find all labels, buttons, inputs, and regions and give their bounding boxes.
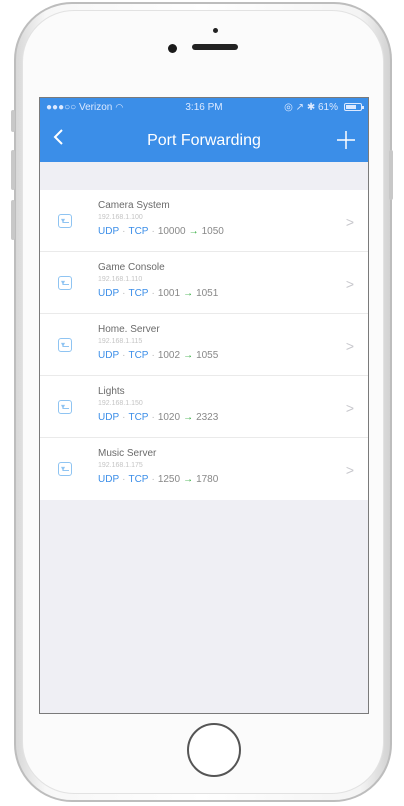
status-bar: ●●●○○ Verizon ◠ 3:16 PM ◎ ↗ ✱ 61% — [40, 102, 368, 116]
device-name: Lights — [98, 386, 125, 397]
list-item[interactable]: ▾ Camera System 192.168.1.100 UDP · TCP · 10… — [40, 190, 368, 252]
arrow-right-icon: → — [183, 474, 194, 485]
chevron-left-icon — [53, 129, 63, 145]
navigation-bar: ●●●○○ Verizon ◠ 3:16 PM ◎ ↗ ✱ 61% Port Fo… — [40, 98, 368, 162]
external-port: 1001 — [157, 288, 181, 299]
device-name: Home. Server — [98, 324, 160, 335]
internal-port: 1780 — [196, 474, 219, 485]
device-ip: 192.168.1.150 — [98, 400, 143, 407]
page-title: Port Forwarding — [147, 132, 261, 149]
port-rule: UDP · TCP · 1020 → 2323 — [98, 412, 219, 423]
internal-port: 1055 — [196, 350, 219, 361]
internal-port: 2323 — [196, 412, 219, 423]
protocol-tcp: TCP — [128, 226, 149, 237]
port-forwarding-list: ▾ Camera System 192.168.1.100 UDP · TCP · 10… — [40, 190, 368, 500]
protocol-udp: UDP — [98, 350, 120, 361]
home-button[interactable] — [187, 723, 241, 777]
protocol-tcp: TCP — [128, 412, 149, 423]
external-port: 10000 — [157, 226, 186, 237]
arrow-right-icon: → — [188, 226, 199, 237]
device-name: Game Console — [98, 262, 165, 273]
protocol-tcp: TCP — [128, 288, 149, 299]
plus-icon — [337, 131, 355, 149]
chevron-right-icon: > — [345, 400, 354, 416]
protocol-udp: UDP — [98, 288, 120, 299]
protocol-tcp: TCP — [128, 474, 149, 485]
protocol-tcp: TCP — [128, 350, 149, 361]
front-camera-icon — [168, 44, 177, 53]
chevron-right-icon: > — [345, 462, 354, 478]
arrow-right-icon: → — [183, 412, 194, 423]
mute-switch — [11, 110, 15, 132]
device-icon: ▾ — [58, 400, 72, 414]
list-item[interactable]: ▾ Music Server 192.168.1.175 UDP · TCP · 125… — [40, 438, 368, 500]
device-icon: ▾ — [58, 276, 72, 290]
device-icon: ▾ — [58, 214, 72, 228]
port-rule: UDP · TCP · 1250 → 1780 — [98, 474, 219, 485]
device-icon: ▾ — [58, 338, 72, 352]
device-ip: 192.168.1.175 — [98, 462, 143, 469]
list-item[interactable]: ▾ Lights 192.168.1.150 UDP · TCP · 1020 → 2323… — [40, 376, 368, 438]
arrow-right-icon: → — [183, 350, 194, 361]
protocol-udp: UDP — [98, 412, 120, 423]
external-port: 1002 — [157, 350, 181, 361]
protocol-udp: UDP — [98, 226, 120, 237]
arrow-right-icon: → — [183, 288, 194, 299]
device-ip: 192.168.1.100 — [98, 214, 143, 221]
list-item[interactable]: ▾ Home. Server 192.168.1.115 UDP · TCP · 100… — [40, 314, 368, 376]
port-rule: UDP · TCP · 10000 → 1050 — [98, 226, 224, 237]
status-indicators: ◎ ↗ ✱ 61% — [284, 102, 338, 113]
external-port: 1250 — [157, 474, 181, 485]
volume-down-button — [11, 200, 15, 240]
internal-port: 1050 — [201, 226, 224, 237]
add-rule-button[interactable] — [334, 128, 358, 152]
power-button — [389, 150, 393, 200]
port-rule: UDP · TCP · 1002 → 1055 — [98, 350, 219, 361]
back-button[interactable] — [52, 126, 74, 154]
device-name: Music Server — [98, 448, 157, 459]
device-ip: 192.168.1.115 — [98, 338, 143, 345]
internal-port: 1051 — [196, 288, 219, 299]
device-icon: ▾ — [58, 462, 72, 476]
port-rule: UDP · TCP · 1001 → 1051 — [98, 288, 219, 299]
device-name: Camera System — [98, 200, 170, 211]
proximity-sensor — [213, 28, 218, 33]
earpiece-speaker — [192, 44, 238, 50]
battery-icon — [344, 103, 364, 111]
external-port: 1020 — [157, 412, 181, 423]
list-item[interactable]: ▾ Game Console 192.168.1.110 UDP · TCP · 100… — [40, 252, 368, 314]
app-screen: ●●●○○ Verizon ◠ 3:16 PM ◎ ↗ ✱ 61% Port Fo… — [39, 97, 369, 714]
chevron-right-icon: > — [345, 276, 354, 292]
volume-up-button — [11, 150, 15, 190]
chevron-right-icon: > — [345, 338, 354, 354]
protocol-udp: UDP — [98, 474, 120, 485]
device-ip: 192.168.1.110 — [98, 276, 143, 283]
chevron-right-icon: > — [345, 214, 354, 230]
